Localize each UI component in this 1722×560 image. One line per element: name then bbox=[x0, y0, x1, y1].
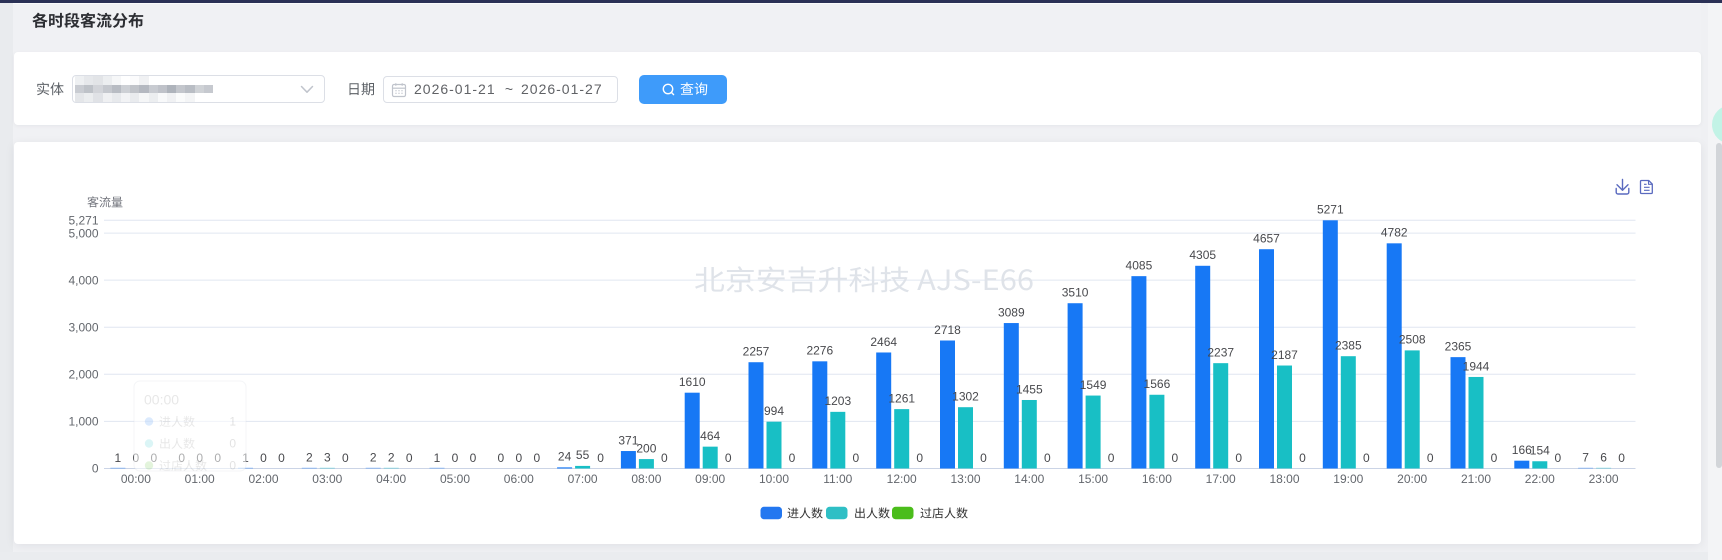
svg-text:0: 0 bbox=[597, 451, 604, 465]
svg-text:1455: 1455 bbox=[1016, 382, 1043, 396]
svg-text:2365: 2365 bbox=[1445, 339, 1472, 353]
svg-text:06:00: 06:00 bbox=[504, 472, 534, 486]
svg-text:14:00: 14:00 bbox=[1014, 472, 1044, 486]
svg-text:0: 0 bbox=[229, 459, 236, 473]
svg-text:5,000: 5,000 bbox=[68, 226, 98, 240]
svg-text:1,000: 1,000 bbox=[68, 415, 98, 429]
svg-text:11:00: 11:00 bbox=[823, 472, 852, 486]
svg-text:0: 0 bbox=[1108, 451, 1115, 465]
svg-text:01:00: 01:00 bbox=[185, 472, 215, 486]
svg-text:1302: 1302 bbox=[952, 390, 979, 404]
svg-text:464: 464 bbox=[700, 429, 720, 443]
svg-text:16:00: 16:00 bbox=[1142, 472, 1172, 486]
svg-text:0: 0 bbox=[470, 451, 477, 465]
svg-text:17:00: 17:00 bbox=[1206, 472, 1236, 486]
svg-text:19:00: 19:00 bbox=[1333, 472, 1363, 486]
svg-text:2: 2 bbox=[388, 451, 395, 465]
svg-text:12:00: 12:00 bbox=[887, 472, 917, 486]
svg-text:0: 0 bbox=[497, 451, 504, 465]
svg-text:3: 3 bbox=[324, 451, 331, 465]
svg-text:0: 0 bbox=[1554, 451, 1561, 465]
svg-text:20:00: 20:00 bbox=[1397, 472, 1427, 486]
svg-text:0: 0 bbox=[1235, 451, 1242, 465]
svg-text:2464: 2464 bbox=[870, 335, 897, 349]
svg-text:4,000: 4,000 bbox=[68, 273, 98, 287]
svg-text:07:00: 07:00 bbox=[568, 472, 598, 486]
svg-text:2,000: 2,000 bbox=[68, 368, 98, 382]
svg-text:0: 0 bbox=[452, 451, 459, 465]
svg-text:0: 0 bbox=[1044, 451, 1051, 465]
svg-text:24: 24 bbox=[558, 450, 572, 464]
svg-text:00:00: 00:00 bbox=[121, 472, 151, 486]
svg-text:4085: 4085 bbox=[1126, 258, 1153, 272]
svg-text:2: 2 bbox=[370, 451, 377, 465]
svg-text:200: 200 bbox=[636, 441, 656, 455]
svg-text:2276: 2276 bbox=[806, 344, 833, 358]
svg-text:0: 0 bbox=[725, 451, 732, 465]
svg-text:1944: 1944 bbox=[1463, 359, 1490, 373]
svg-text:0: 0 bbox=[916, 451, 923, 465]
svg-text:0: 0 bbox=[1363, 451, 1370, 465]
svg-text:1: 1 bbox=[115, 451, 122, 465]
svg-text:1: 1 bbox=[434, 451, 441, 465]
svg-text:3510: 3510 bbox=[1062, 286, 1089, 300]
svg-text:15:00: 15:00 bbox=[1078, 472, 1108, 486]
svg-text:1610: 1610 bbox=[679, 375, 706, 389]
svg-text:04:00: 04:00 bbox=[376, 472, 406, 486]
svg-text:0: 0 bbox=[260, 451, 267, 465]
svg-text:5271: 5271 bbox=[1317, 203, 1344, 217]
svg-text:6: 6 bbox=[1600, 451, 1607, 465]
svg-text:00:00: 00:00 bbox=[144, 392, 179, 408]
svg-text:154: 154 bbox=[1530, 444, 1550, 458]
svg-text:0: 0 bbox=[789, 451, 796, 465]
svg-text:1566: 1566 bbox=[1144, 377, 1171, 391]
svg-text:2257: 2257 bbox=[743, 345, 770, 359]
svg-text:10:00: 10:00 bbox=[759, 472, 789, 486]
svg-text:0: 0 bbox=[229, 437, 236, 451]
svg-text:2237: 2237 bbox=[1207, 346, 1234, 360]
svg-text:0: 0 bbox=[342, 451, 349, 465]
svg-text:1261: 1261 bbox=[888, 391, 915, 405]
svg-text:3089: 3089 bbox=[998, 305, 1025, 319]
svg-text:09:00: 09:00 bbox=[695, 472, 725, 486]
svg-text:3,000: 3,000 bbox=[68, 320, 98, 334]
svg-text:13:00: 13:00 bbox=[950, 472, 980, 486]
svg-text:55: 55 bbox=[576, 448, 590, 462]
svg-text:03:00: 03:00 bbox=[312, 472, 342, 486]
svg-text:1549: 1549 bbox=[1080, 378, 1107, 392]
svg-text:2508: 2508 bbox=[1399, 333, 1426, 347]
svg-text:0: 0 bbox=[278, 451, 285, 465]
svg-text:08:00: 08:00 bbox=[631, 472, 661, 486]
svg-text:0: 0 bbox=[1427, 451, 1434, 465]
svg-text:7: 7 bbox=[1582, 451, 1589, 465]
svg-text:2: 2 bbox=[306, 451, 313, 465]
svg-text:2385: 2385 bbox=[1335, 339, 1362, 353]
svg-text:1203: 1203 bbox=[824, 394, 851, 408]
svg-text:0: 0 bbox=[1618, 451, 1625, 465]
svg-text:1: 1 bbox=[229, 415, 236, 429]
svg-text:0: 0 bbox=[661, 451, 668, 465]
svg-text:0: 0 bbox=[533, 451, 540, 465]
svg-text:4657: 4657 bbox=[1253, 232, 1280, 246]
svg-text:0: 0 bbox=[1299, 451, 1306, 465]
svg-text:2187: 2187 bbox=[1271, 348, 1298, 362]
svg-text:18:00: 18:00 bbox=[1269, 472, 1299, 486]
svg-text:0: 0 bbox=[92, 462, 99, 476]
svg-text:0: 0 bbox=[980, 451, 987, 465]
svg-text:0: 0 bbox=[406, 451, 413, 465]
svg-text:21:00: 21:00 bbox=[1461, 472, 1491, 486]
svg-text:994: 994 bbox=[764, 404, 784, 418]
svg-text:0: 0 bbox=[515, 451, 522, 465]
svg-text:0: 0 bbox=[1491, 451, 1498, 465]
svg-text:05:00: 05:00 bbox=[440, 472, 470, 486]
svg-text:22:00: 22:00 bbox=[1525, 472, 1555, 486]
svg-text:4782: 4782 bbox=[1381, 226, 1408, 240]
svg-text:4305: 4305 bbox=[1189, 248, 1216, 262]
svg-text:2718: 2718 bbox=[934, 323, 961, 337]
svg-text:23:00: 23:00 bbox=[1589, 472, 1619, 486]
svg-text:5,271: 5,271 bbox=[68, 214, 98, 228]
svg-text:0: 0 bbox=[1172, 451, 1179, 465]
svg-text:0: 0 bbox=[852, 451, 859, 465]
svg-text:02:00: 02:00 bbox=[248, 472, 278, 486]
